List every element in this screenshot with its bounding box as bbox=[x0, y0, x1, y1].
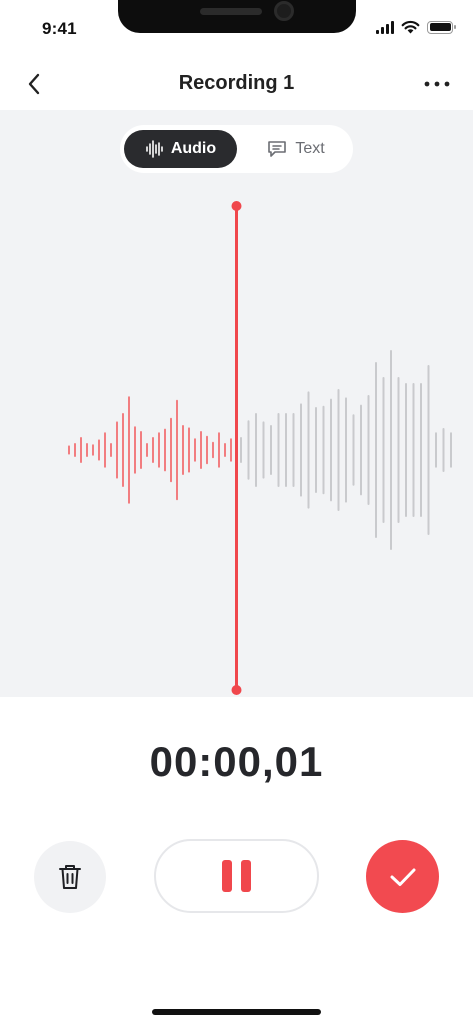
home-indicator bbox=[152, 1009, 321, 1015]
status-icons bbox=[376, 20, 456, 34]
more-options-button[interactable] bbox=[419, 70, 455, 98]
unplayed-waveform bbox=[240, 350, 452, 550]
confirm-button[interactable] bbox=[366, 840, 439, 913]
view-mode-segmented-control: Audio Text bbox=[120, 125, 353, 173]
notch-camera bbox=[274, 1, 294, 21]
waveform-icon bbox=[146, 140, 163, 158]
played-waveform bbox=[68, 396, 232, 504]
waveform-panel: Audio Text bbox=[0, 110, 473, 697]
chat-bubble-icon bbox=[268, 141, 287, 157]
battery-icon bbox=[427, 20, 456, 34]
status-bar: 9:41 bbox=[0, 0, 473, 56]
playhead-top-handle[interactable] bbox=[231, 201, 242, 211]
pause-button[interactable] bbox=[154, 839, 319, 913]
recording-timer: 00:00,01 bbox=[149, 738, 324, 785]
wifi-icon bbox=[401, 20, 420, 34]
pause-icon bbox=[222, 860, 232, 892]
waveform[interactable] bbox=[0, 110, 473, 697]
tab-text-label: Text bbox=[295, 140, 325, 157]
playhead-bottom-handle[interactable] bbox=[231, 685, 242, 695]
device-notch bbox=[118, 0, 356, 33]
more-horizontal-icon bbox=[424, 81, 450, 87]
status-time: 9:41 bbox=[42, 19, 77, 38]
pause-icon-bar bbox=[241, 860, 251, 892]
trash-icon bbox=[59, 865, 81, 889]
tab-audio-label: Audio bbox=[170, 140, 217, 157]
tab-text[interactable]: Text bbox=[243, 130, 349, 168]
delete-button[interactable] bbox=[34, 841, 106, 913]
check-icon bbox=[390, 868, 415, 886]
tab-audio[interactable]: Audio bbox=[124, 130, 237, 168]
cellular-signal-icon bbox=[376, 20, 394, 34]
notch-speaker bbox=[200, 8, 262, 15]
navigation-header: Recording 1 bbox=[0, 56, 473, 110]
page-title: Recording 1 bbox=[178, 72, 295, 94]
